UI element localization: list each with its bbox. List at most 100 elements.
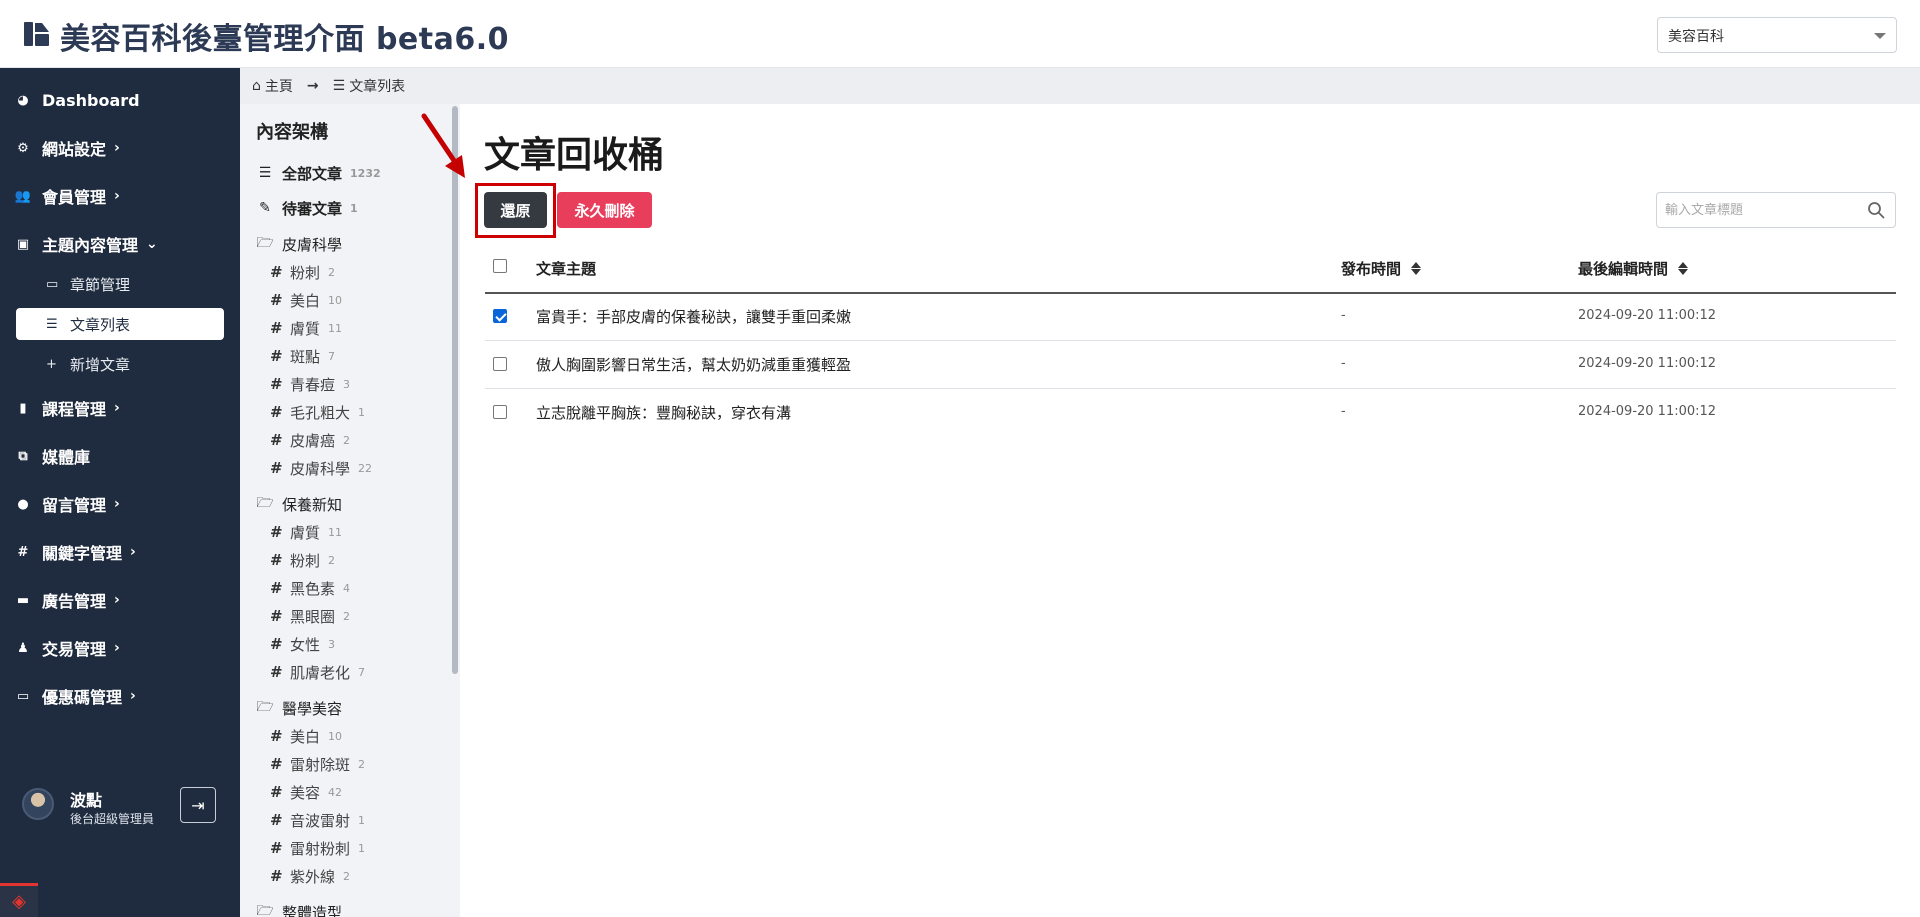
category-group[interactable]: 🗁 醫學美容 [256, 695, 342, 721]
hash-icon: # [270, 459, 283, 477]
tag-item[interactable]: # 黑色素 4 [270, 575, 350, 601]
tag-item[interactable]: # 美白 10 [270, 287, 342, 313]
sub-item-article-list[interactable]: ☰ 文章列表 [16, 308, 224, 340]
last-edited-time: 2024-09-20 11:00:12 [1578, 308, 1717, 323]
row-checkbox[interactable] [493, 309, 507, 323]
folder-open-icon: 🗁 [256, 699, 274, 715]
tag-label: 音波雷射 [290, 811, 351, 830]
tag-item[interactable]: # 斑點 7 [270, 343, 335, 369]
nav-item-comments[interactable]: ● 留言管理 › [0, 484, 240, 524]
tag-item[interactable]: # 膚質 11 [270, 519, 342, 545]
category-scrollbar[interactable] [452, 106, 458, 674]
tag-item[interactable]: # 粉刺 2 [270, 547, 335, 573]
category-all-articles[interactable]: ☰ 全部文章 1232 [256, 160, 381, 186]
category-group[interactable]: 🗁 整體造型 [256, 899, 342, 917]
nav-item-label: Dashboard [42, 90, 140, 110]
search-icon[interactable] [1867, 201, 1885, 219]
nav-item-content[interactable]: ▣ 主題內容管理 ⌄ [0, 224, 240, 264]
search-box [1656, 192, 1896, 228]
nav-item-site-settings[interactable]: ⚙ 網站設定 › [0, 128, 240, 168]
category-group[interactable]: 🗁 皮膚科學 [256, 231, 342, 257]
nav-item-keywords[interactable]: # 關鍵字管理 › [0, 532, 240, 572]
list-icon: ☰ [46, 316, 58, 332]
tag-label: 粉刺 [290, 551, 321, 570]
select-all-checkbox[interactable] [493, 259, 507, 273]
nav-item-ads[interactable]: ▬ 廣告管理 › [0, 580, 240, 620]
category-group[interactable]: 🗁 保養新知 [256, 491, 342, 517]
article-title[interactable]: 傲人胸圍影響日常生活，幫太奶奶減重重獲輕盈 [536, 354, 851, 375]
tag-item[interactable]: # 美容 42 [270, 779, 342, 805]
users-icon: 👥 [14, 188, 32, 204]
tag-item[interactable]: # 毛孔粗大 1 [270, 399, 365, 425]
sort-icon [1411, 262, 1422, 275]
tag-item[interactable]: # 雷射粉刺 1 [270, 835, 365, 861]
breadcrumb-home[interactable]: 主頁 [265, 76, 293, 96]
row-checkbox[interactable] [493, 357, 507, 371]
tag-item[interactable]: # 女性 3 [270, 631, 335, 657]
nav-item-transactions[interactable]: ♟ 交易管理 › [0, 628, 240, 668]
hash-icon: # [270, 319, 283, 337]
tag-count: 2 [358, 757, 366, 771]
search-input[interactable] [1657, 193, 1857, 227]
sub-item-chapters[interactable]: ▭ 章節管理 [16, 268, 224, 300]
tag-item[interactable]: # 音波雷射 1 [270, 807, 365, 833]
tag-count: 7 [358, 665, 366, 679]
comment-icon: ● [17, 496, 29, 512]
sub-item-new-article[interactable]: + 新增文章 [16, 348, 224, 380]
tag-label: 美白 [290, 291, 321, 310]
tag-item[interactable]: # 皮膚癌 2 [270, 427, 350, 453]
site-select[interactable]: 美容百科 [1657, 17, 1897, 53]
tag-item[interactable]: # 粉刺 2 [270, 259, 335, 285]
chevron-right-icon: › [114, 496, 120, 512]
book-icon: ▮ [19, 400, 27, 416]
tag-item[interactable]: # 膚質 11 [270, 315, 342, 341]
row-checkbox[interactable] [493, 405, 507, 419]
column-header-published[interactable]: 發布時間 [1341, 258, 1422, 279]
nav-item-members[interactable]: 👥 會員管理 › [0, 176, 240, 216]
hash-icon: # [270, 783, 283, 801]
annotation-arrow-icon [421, 113, 465, 178]
hash-icon: # [270, 551, 283, 569]
sub-item-label: 文章列表 [70, 315, 131, 334]
tag-count: 11 [328, 321, 343, 335]
tag-count: 10 [328, 293, 343, 307]
nav-item-label: 關鍵字管理 [42, 544, 123, 563]
hash-icon: # [270, 579, 283, 597]
article-title[interactable]: 立志脫離平胸族：豐胸秘訣，穿衣有溝 [536, 402, 791, 423]
nav-item-courses[interactable]: ▮ 課程管理 › [0, 388, 240, 428]
nav-item-label: 交易管理 [42, 640, 107, 659]
home-icon: ⌂ [252, 78, 261, 94]
group-label: 整體造型 [282, 903, 343, 917]
category-pending-articles[interactable]: ✎ 待審文章 1 [256, 195, 358, 221]
logout-button[interactable]: ⇥ [180, 787, 216, 823]
arrow-right-icon: → [306, 78, 319, 94]
tag-item[interactable]: # 雷射除斑 2 [270, 751, 365, 777]
nav-item-dashboard[interactable]: ◕ Dashboard [0, 80, 240, 120]
restore-button[interactable]: 還原 [484, 192, 547, 228]
chevron-right-icon: › [114, 592, 120, 608]
app-title: 美容百科後臺管理介面 beta6.0 [60, 22, 509, 57]
sort-icon [1678, 262, 1689, 275]
page-title: 文章回收桶 [484, 135, 665, 176]
hash-icon: # [270, 403, 283, 421]
article-title[interactable]: 富貴手：手部皮膚的保養秘訣，讓雙手重回柔嫩 [536, 306, 851, 327]
column-header-last-edited[interactable]: 最後編輯時間 [1578, 258, 1689, 279]
breadcrumb-current: 文章列表 [349, 79, 406, 95]
tag-count: 10 [328, 729, 343, 743]
nav-item-media[interactable]: ⧉ 媒體庫 [0, 436, 240, 476]
nav-item-coupons[interactable]: ▭ 優惠碼管理 › [0, 676, 240, 716]
chapter-icon: ▭ [46, 276, 59, 292]
published-time: - [1341, 308, 1346, 323]
permanent-delete-button[interactable]: 永久刪除 [557, 192, 652, 228]
category-title: 內容架構 [256, 122, 328, 143]
tag-item[interactable]: # 美白 10 [270, 723, 342, 749]
tag-item[interactable]: # 青春痘 3 [270, 371, 350, 397]
tag-label: 皮膚癌 [290, 431, 336, 450]
avatar[interactable] [22, 788, 54, 820]
tag-item[interactable]: # 皮膚科學 22 [270, 455, 372, 481]
laravel-debug-icon[interactable]: ◈ [0, 883, 38, 917]
tag-item[interactable]: # 肌膚老化 7 [270, 659, 365, 685]
tag-item[interactable]: # 紫外線 2 [270, 863, 350, 889]
user-name: 波點 [70, 791, 103, 810]
tag-item[interactable]: # 黑眼圈 2 [270, 603, 350, 629]
